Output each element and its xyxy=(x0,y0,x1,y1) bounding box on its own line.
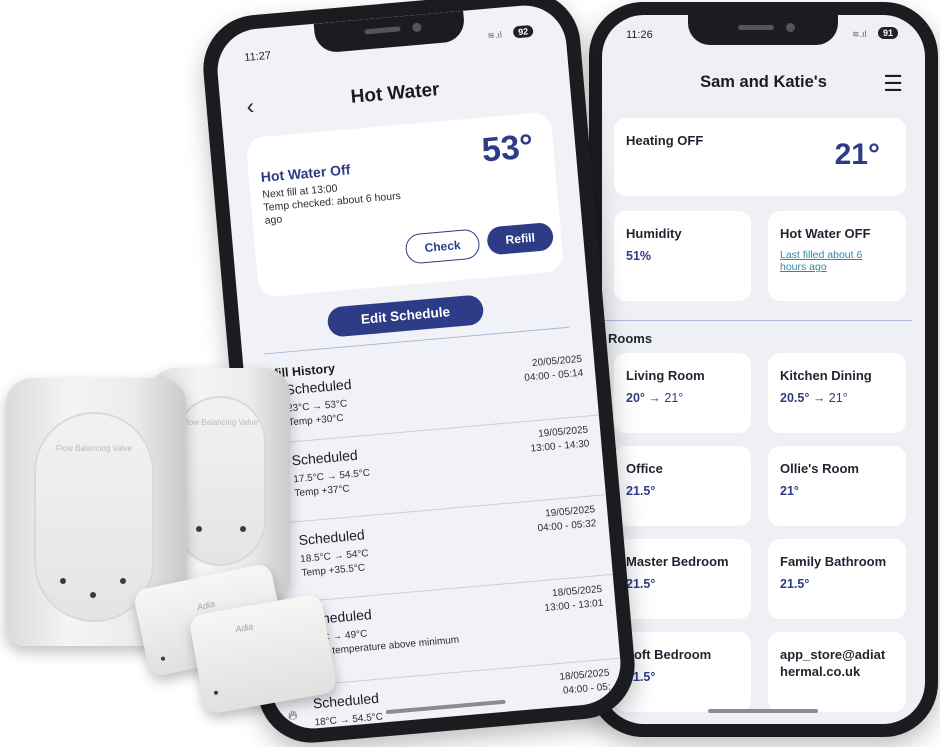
room-temp: 20° xyxy=(626,391,645,405)
history-kind: Scheduled xyxy=(284,375,353,398)
signal-icon: ≋.ıl xyxy=(486,29,503,41)
room-tile[interactable]: Master Bedroom 21.5° xyxy=(614,539,751,619)
room-name: app_store@adiathermal.co.uk xyxy=(780,647,886,679)
room-temp: 20.5° xyxy=(780,391,810,405)
history-date: 19/05/2025 xyxy=(537,424,589,440)
phone-notch xyxy=(313,10,466,54)
page-title: Sam and Katie's xyxy=(700,73,827,91)
history-time: 13:00 - 14:30 xyxy=(530,438,590,455)
history-time: 13:00 - 13:01 xyxy=(544,597,604,614)
heating-temp: 21° xyxy=(834,138,880,171)
heating-label: Heating OFF xyxy=(626,133,704,148)
history-temps: 18°C → 54.5°C xyxy=(314,711,384,729)
edit-schedule-button[interactable]: Edit Schedule xyxy=(326,294,485,338)
hot-water-status: Hot Water Off xyxy=(260,161,351,186)
history-kind: Scheduled xyxy=(297,526,366,549)
phone-notch xyxy=(688,15,838,45)
humidity-value: 51% xyxy=(626,249,652,263)
hamburger-menu-icon[interactable]: ☰ xyxy=(883,71,903,97)
sensor-brand: Adia xyxy=(234,621,254,635)
room-tile[interactable]: app_store@adiathermal.co.uk xyxy=(768,632,906,712)
room-temp: 21.5° xyxy=(626,484,656,498)
history-date: 19/05/2025 xyxy=(544,504,596,520)
status-time: 11:26 xyxy=(626,29,653,41)
room-target: → 21° xyxy=(648,391,684,405)
home-indicator[interactable] xyxy=(708,709,818,713)
hot-water-tile[interactable]: Hot Water OFF Last filled about 6 hours … xyxy=(768,211,906,301)
room-name: Ollie's Room xyxy=(780,461,859,476)
room-target: → 21° xyxy=(812,391,848,405)
last-filled-link[interactable]: Last filled about 6 hours ago xyxy=(780,249,890,273)
history-date: 20/05/2025 xyxy=(531,353,583,370)
home-phone: 11:26 ≋.ıl 91 Sam and Katie's ☰ Heating … xyxy=(589,2,938,737)
room-tile[interactable]: Family Bathroom 21.5° xyxy=(768,539,906,619)
valve-collar xyxy=(0,0,100,30)
home-screen: 11:26 ≋.ıl 91 Sam and Katie's ☰ Heating … xyxy=(602,15,925,724)
section-divider xyxy=(602,320,912,321)
page-title: Hot Water xyxy=(349,79,441,108)
refill-button[interactable]: Refill xyxy=(486,221,555,256)
room-name: Master Bedroom xyxy=(626,554,729,569)
room-tile[interactable]: Loft Bedroom 21.5° xyxy=(614,632,751,712)
battery-badge: 92 xyxy=(512,24,534,39)
history-date: 18/05/2025 xyxy=(559,667,610,683)
room-tile[interactable]: Living Room 20° → 21° xyxy=(614,353,751,433)
room-tile[interactable]: Ollie's Room 21° xyxy=(768,446,906,526)
valve-print: Flow Balancing Valve xyxy=(56,444,132,453)
hot-water-summary-card: Hot Water Off 53° Next fill at 13:00 Tem… xyxy=(245,111,565,298)
room-name: Office xyxy=(626,461,663,476)
room-temp: 21.5° xyxy=(780,577,810,591)
humidity-label: Humidity xyxy=(626,226,682,241)
check-button[interactable]: Check xyxy=(404,228,481,265)
history-kind: Scheduled xyxy=(290,446,359,469)
rooms-heading: Rooms xyxy=(608,331,653,346)
sensor-brand: Adia xyxy=(196,598,216,613)
history-time: 04:00 - 05:14 xyxy=(523,367,584,384)
room-tile[interactable]: Office 21.5° xyxy=(614,446,751,526)
heating-tile[interactable]: Heating OFF 21° xyxy=(614,118,906,196)
valve-print: Flow Balancing Valve xyxy=(182,418,258,427)
flame-icon: 🔥︎ xyxy=(287,706,299,723)
battery-badge: 91 xyxy=(878,27,899,39)
room-name: Living Room xyxy=(626,368,705,383)
hot-water-temp: 53° xyxy=(480,127,535,170)
signal-icon: ≋.ıl xyxy=(852,29,867,39)
room-name: Loft Bedroom xyxy=(626,647,712,662)
history-date: 18/05/2025 xyxy=(551,583,603,600)
room-tile[interactable]: Kitchen Dining 20.5° → 21° xyxy=(768,353,906,433)
room-temp: 21.5° xyxy=(626,577,656,591)
history-time: 04:00 - 05:32 xyxy=(537,518,597,535)
room-temp: 21° xyxy=(780,484,799,498)
humidity-tile[interactable]: Humidity 51% xyxy=(614,211,751,301)
room-name: Family Bathroom xyxy=(780,554,887,569)
room-name: Kitchen Dining xyxy=(780,368,872,383)
history-time: 04:00 - 05: xyxy=(562,681,612,697)
hot-water-label: Hot Water OFF xyxy=(780,226,871,241)
status-time: 11:27 xyxy=(243,49,272,65)
